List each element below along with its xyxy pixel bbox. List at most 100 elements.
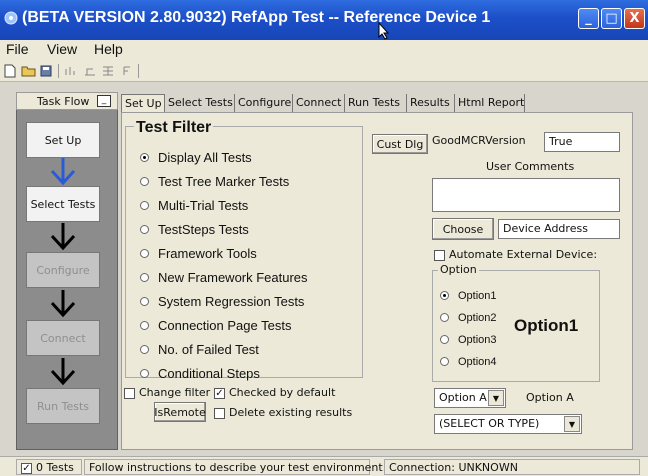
taskflow-step-setup[interactable]: Set Up [26,122,100,158]
radio-connection-page-tests[interactable]: Connection Page Tests [140,318,291,333]
radio-teststeps-tests[interactable]: TestSteps Tests [140,222,249,237]
tests-count-label: 0 Tests [36,461,74,474]
taskflow-step-configure[interactable]: Configure [26,252,100,288]
radio-label: Option4 [458,356,497,368]
task-flow-minimize-button[interactable]: _ [97,95,111,107]
radio-label: Display All Tests [158,150,252,165]
menu-bar: File View Help [0,40,648,60]
minimize-icon: _ [585,11,592,26]
radio-option2[interactable]: Option2 [440,312,497,324]
connection-status: Connection: UNKNOWN [384,459,640,475]
taskflow-step-label: Configure [36,263,90,277]
device-address-field[interactable]: Device Address [498,219,620,239]
down-arrow-icon [50,358,76,386]
taskflow-step-select-tests[interactable]: Select Tests [26,186,100,222]
radio-multi-trial-tests[interactable]: Multi-Trial Tests [140,198,248,213]
toolbar-tool-2-icon[interactable] [82,63,98,79]
down-arrow-icon [50,158,76,186]
radio-label: System Regression Tests [158,294,305,309]
tab-select-tests[interactable]: Select Tests [165,94,235,112]
tests-count: ✓ 0 Tests [16,459,82,475]
tab-html-report[interactable]: Html Report [455,94,525,112]
change-filter-checkbox[interactable]: Change filter [124,386,210,399]
tab-connect[interactable]: Connect [293,94,345,112]
good-mcr-label: GoodMCRVersion [432,134,526,147]
radio-system-regression-tests[interactable]: System Regression Tests [140,294,304,309]
taskflow-step-run-tests[interactable]: Run Tests [26,388,100,424]
toolbar-tool-1-icon[interactable] [62,63,78,79]
radio-no-of-failed-test[interactable]: No. of Failed Test [140,342,259,357]
radio-icon [140,201,149,211]
menu-file[interactable]: File [6,41,29,57]
automate-external-device-checkbox[interactable]: Automate External Device: [434,248,597,261]
radio-icon [440,312,449,322]
tab-set-up[interactable]: Set Up [121,94,165,112]
task-flow-header: Task Flow _ [16,92,118,110]
radio-option4[interactable]: Option4 [440,356,497,368]
option-combo[interactable]: Option A ▼ [434,388,506,408]
toolbar-tool-4-icon[interactable] [120,63,136,79]
taskflow-step-connect[interactable]: Connect [26,320,100,356]
save-icon[interactable] [38,63,54,79]
radio-icon [140,177,149,187]
radio-label: Option1 [458,290,497,302]
select-combo-value: (SELECT OR TYPE) [439,417,540,430]
radio-option1[interactable]: Option1 [440,290,497,302]
radio-selected-icon [440,290,449,300]
chevron-down-icon[interactable]: ▼ [488,390,504,406]
checkbox-label: Delete existing results [229,406,353,419]
cust-dlg-button[interactable]: Cust Dlg [372,134,428,154]
option-group-label: Option [438,263,479,276]
good-mcr-field[interactable]: True [544,132,620,152]
radio-label: Connection Page Tests [158,318,292,333]
maximize-icon: □ [605,11,618,26]
tab-results[interactable]: Results [407,94,455,112]
checked-by-default-checkbox[interactable]: ✓ Checked by default [214,386,335,399]
minimize-button[interactable]: _ [578,8,599,29]
toolbar-separator [138,64,139,78]
chevron-down-icon[interactable]: ▼ [564,416,580,432]
new-file-icon[interactable] [2,63,18,79]
select-or-type-combo[interactable]: (SELECT OR TYPE) ▼ [434,414,582,434]
menu-view[interactable]: View [47,41,77,57]
choose-button[interactable]: Choose [432,218,494,240]
maximize-button[interactable]: □ [601,8,622,29]
delete-existing-results-checkbox[interactable]: Delete existing results [214,406,352,419]
radio-label: Test Tree Marker Tests [158,174,290,189]
menu-help[interactable]: Help [94,41,123,57]
radio-test-tree-marker-tests[interactable]: Test Tree Marker Tests [140,174,289,189]
down-arrow-icon [50,290,76,318]
option-combo-label: Option A [526,391,574,404]
taskflow-step-label: Run Tests [37,399,89,413]
checkbox-checked-icon: ✓ [214,387,225,399]
status-message: Follow instructions to describe your tes… [84,459,383,475]
checkbox-label: Automate External Device: [449,248,598,261]
radio-framework-tools[interactable]: Framework Tools [140,246,257,261]
radio-icon [140,321,149,331]
user-comments-field[interactable] [432,178,620,212]
app-icon [4,11,18,25]
is-remote-button[interactable]: IsRemote [154,402,206,422]
radio-icon [140,225,149,235]
radio-conditional-steps[interactable]: Conditional Steps [140,366,260,381]
checkbox-icon [214,407,225,419]
radio-label: TestSteps Tests [158,222,249,237]
radio-display-all-tests[interactable]: Display All Tests [140,150,252,165]
tab-configure[interactable]: Configure [235,94,293,112]
tab-run-tests[interactable]: Run Tests [345,94,407,112]
radio-label: New Framework Features [158,270,308,285]
open-folder-icon[interactable] [20,63,36,79]
radio-new-framework-features[interactable]: New Framework Features [140,270,308,285]
user-comments-label: User Comments [486,160,575,173]
radio-label: No. of Failed Test [158,342,259,357]
option-combo-value: Option A [439,391,487,404]
app-window: (BETA VERSION 2.80.9032) RefApp Test -- … [0,0,648,476]
taskflow-step-label: Connect [40,331,86,345]
radio-option3[interactable]: Option3 [440,334,497,346]
close-icon: X [629,11,640,26]
selected-option-display: Option1 [514,316,579,335]
close-button[interactable]: X [624,8,645,29]
title-bar[interactable]: (BETA VERSION 2.80.9032) RefApp Test -- … [0,0,648,40]
toolbar-tool-3-icon[interactable] [100,63,116,79]
checkbox-checked-icon: ✓ [21,462,32,474]
